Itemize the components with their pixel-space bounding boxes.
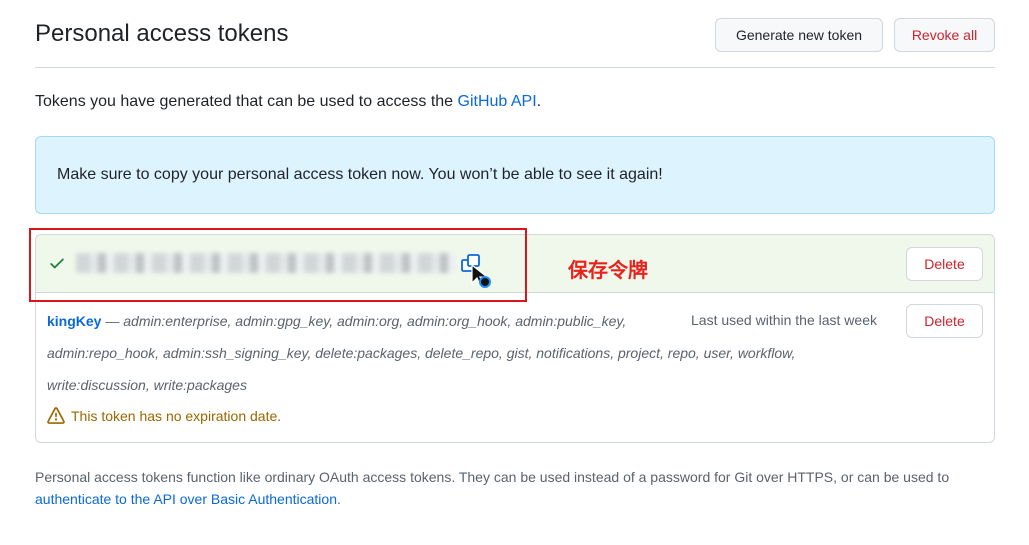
token-row-kingkey: kingKey — admin:enterprise, admin:gpg_ke… (36, 293, 994, 442)
annotation-highlight-box (29, 228, 527, 302)
last-used-text: Last used within the last week (691, 312, 877, 328)
token-scopes-line-2: admin:repo_hook, admin:ssh_signing_key, … (47, 345, 796, 361)
footer-body: Personal access tokens function like ord… (35, 469, 950, 485)
github-api-link[interactable]: GitHub API (458, 93, 537, 110)
token-scopes-line-3: write:discussion, write:packages (47, 377, 247, 393)
token-name-link[interactable]: kingKey (47, 313, 101, 329)
page-header: Personal access tokens Generate new toke… (35, 18, 995, 68)
intro-suffix: . (536, 93, 542, 110)
intro-text: Tokens you have generated that can be us… (35, 93, 541, 111)
delete-new-token-button[interactable]: Delete (906, 247, 983, 281)
token-scopes-line-1: kingKey — admin:enterprise, admin:gpg_ke… (47, 313, 626, 329)
token-separator: — (101, 313, 124, 329)
footer-text: Personal access tokens function like ord… (35, 466, 1000, 510)
expiration-warning-text: This token has no expiration date. (71, 408, 282, 424)
page-title: Personal access tokens (35, 20, 289, 47)
annotation-label: 保存令牌 (568, 258, 648, 282)
expiration-warning: This token has no expiration date. (47, 407, 281, 425)
delete-kingkey-button[interactable]: Delete (906, 304, 983, 338)
alert-icon (47, 407, 65, 424)
footer-suffix: . (336, 491, 341, 507)
flash-notice: Make sure to copy your personal access t… (35, 136, 995, 214)
generate-new-token-button[interactable]: Generate new token (715, 18, 883, 52)
basic-auth-link[interactable]: authenticate to the API over Basic Authe… (35, 491, 337, 507)
token-scopes-1: admin:enterprise, admin:gpg_key, admin:o… (123, 313, 627, 329)
revoke-all-button[interactable]: Revoke all (894, 18, 995, 52)
intro-text-body: Tokens you have generated that can be us… (35, 93, 458, 110)
flash-message: Make sure to copy your personal access t… (57, 166, 663, 183)
